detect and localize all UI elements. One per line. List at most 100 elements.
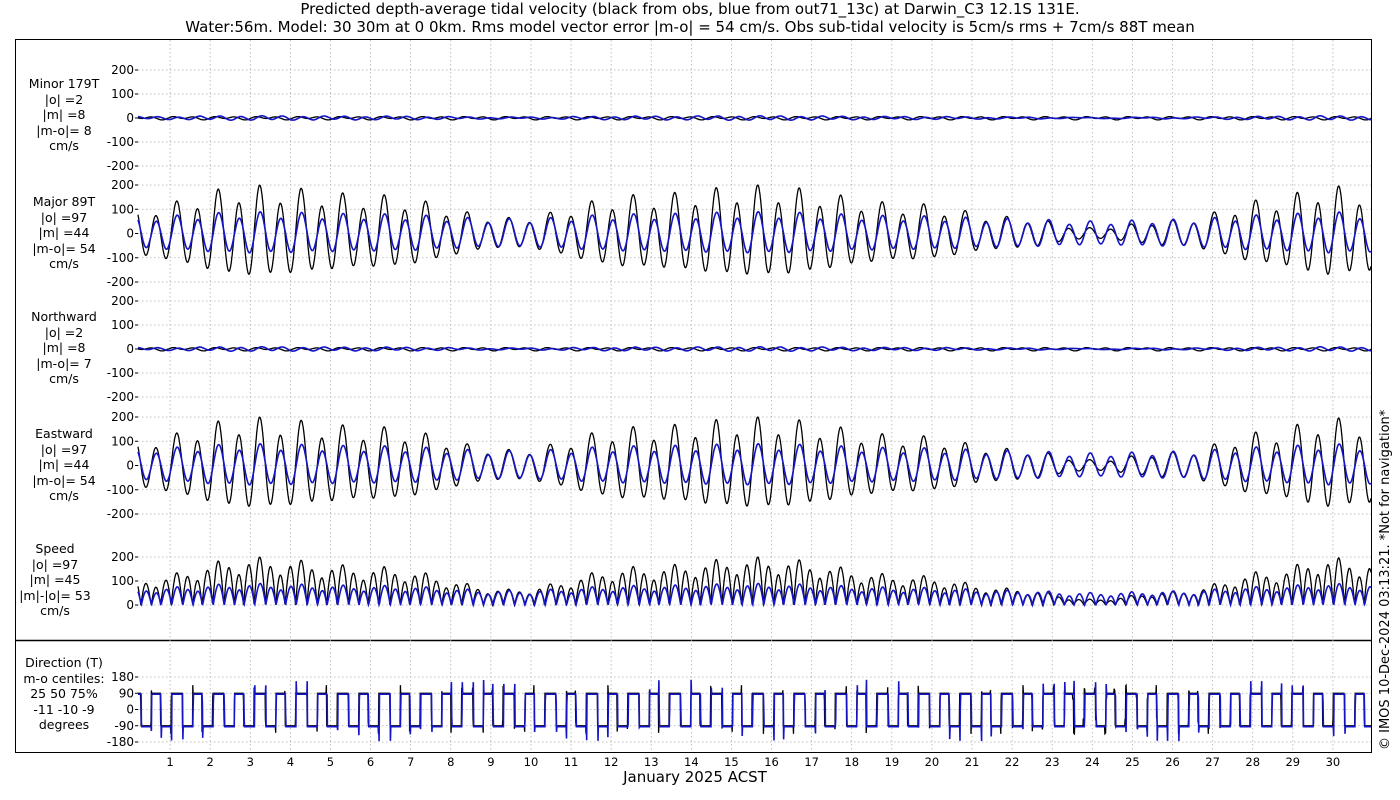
y-tick-label: 0 [126,703,134,717]
panel-label-line: Direction (T) [25,655,103,670]
x-tick-label: 5 [327,755,334,769]
y-tick-label: 0 [126,598,134,612]
panel-label-line: |m-o|= 54 [32,472,96,488]
panel-label-line: Speed [35,541,75,556]
x-tick-label: 18 [844,755,859,769]
panel-label-line: degrees [38,717,90,732]
panel-label-line: |o| =2 [44,91,84,107]
series-line-major-model [137,210,1372,254]
panel-label-line: |m| =45 [29,572,81,587]
y-tick-label: -90 [114,719,134,733]
y-tick-label: 100 [111,202,134,216]
y-tick-label: 0 [126,111,134,125]
x-tick-label: 20 [925,755,940,769]
panel-label-line: |m|-|o|= 53 [19,587,91,603]
x-tick-label: 27 [1205,755,1220,769]
grid-layer [138,40,1371,752]
x-tick-label: 3 [247,755,254,769]
panel-label-line: cm/s [49,371,79,386]
series-line-direction-model [138,679,1371,742]
x-tick-label: 25 [1125,755,1140,769]
panel-label-line: Minor 179T [28,76,100,91]
panel-label-line: |m-o|= 8 [36,122,92,138]
y-tick-label: -180 [107,735,134,749]
panel-label-line: cm/s [49,488,79,503]
panel-label-line: |o| =2 [44,324,84,340]
y-tick-label: 180 [111,670,134,684]
panel-label-major: Major 89T |o| =97 |m| =44 |m-o|= 54 cm/s [14,194,114,272]
y-tick-label: -200 [107,390,134,404]
x-tick-label: 28 [1245,755,1260,769]
x-tick-label: 24 [1085,755,1100,769]
panel-label-line: |m-o|= 7 [36,355,92,371]
credit-text: © IMOS 10-Dec-2024 03:13:21. *Not for na… [1378,409,1393,750]
x-tick-label: 9 [487,755,494,769]
x-tick-label: 26 [1165,755,1180,769]
x-axis-label: January 2025 ACST [623,768,767,786]
panel-label-line: cm/s [40,603,70,618]
y-tick-label: 200 [111,178,134,192]
panel-label-line: |m| =44 [38,457,90,472]
x-tick-label: 14 [684,755,699,769]
y-tick-label: -200 [107,159,134,173]
tidal-velocity-chart: 1 2 3 4 5 6 7 8 9 10 11 12 13 14 15 16 17 18 19 20 21 22 23 24 2… [15,39,1372,769]
y-tick-label: 200 [111,63,134,77]
y-tick-label: -200 [107,507,134,521]
y-tick-label: 200 [111,550,134,564]
axis-layer: 1 2 3 4 5 6 7 8 9 10 11 12 13 14 15 16 17 18 19 20 21 22 23 24 2… [107,63,1340,769]
x-tick-label: 22 [1005,755,1020,769]
panel-label-direction: Direction (T) m-o centiles: 25 50 75% -1… [14,655,114,733]
panel-label-line: |m| =44 [38,225,90,240]
x-tick-label: 7 [407,755,414,769]
outer-frame [15,39,1372,753]
y-tick-label: 0 [126,227,134,241]
x-tick-label: 17 [804,755,819,769]
x-tick-label: 4 [287,755,294,769]
panel-label-line: cm/s [49,138,79,153]
y-tick-label: 100 [111,87,134,101]
panel-label-eastward: Eastward |o| =97 |m| =44 |m-o|= 54 cm/s [14,426,114,504]
x-tick-label: 12 [604,755,619,769]
x-tick-label: 21 [965,755,980,769]
panel-label-line: |m| =8 [42,340,86,355]
y-tick-label: 200 [111,410,134,424]
y-tick-label: 90 [119,686,134,700]
series-line-speed-model [137,582,1372,608]
panel-label-line: |m-o|= 54 [32,240,96,256]
x-tick-label: 13 [644,755,659,769]
y-tick-label: 100 [111,434,134,448]
panel-label-line: |m| =8 [42,107,86,122]
x-tick-label: 8 [447,755,454,769]
panel-label-line: |o| =97 [40,441,88,457]
series-line-eastward-model [137,442,1372,486]
y-tick-label: -200 [107,275,134,289]
y-tick-label: 200 [111,294,134,308]
x-tick-label: 11 [564,755,579,769]
panel-label-speed: Speed |o| =97 |m| =45 |m|-|o|= 53 cm/s [5,541,105,619]
series-line-major-obs [137,184,1372,275]
series-line-eastward-obs [137,416,1372,507]
x-tick-label: 19 [885,755,900,769]
x-tick-label: 10 [524,755,539,769]
panel-label-minor: Minor 179T |o| =2 |m| =8 |m-o|= 8 cm/s [14,76,114,154]
panel-label-line: 25 50 75% [30,686,98,701]
x-tick-label: 23 [1045,755,1060,769]
x-tick-label: 30 [1326,755,1341,769]
x-tick-label: 1 [166,755,173,769]
y-tick-label: 100 [111,574,134,588]
x-tick-label: 2 [207,755,214,769]
panel-label-line: m-o centiles: [23,670,105,686]
y-tick-label: 0 [126,342,134,356]
panel-label-line: cm/s [49,256,79,271]
x-tick-label: 6 [367,755,374,769]
x-tick-label: 16 [764,755,779,769]
x-tick-label: 15 [724,755,739,769]
panel-label-northward: Northward |o| =2 |m| =8 |m-o|= 7 cm/s [14,309,114,387]
panel-label-line: Northward [31,309,97,324]
panel-label-line: -11 -10 -9 [33,701,95,717]
y-tick-label: 100 [111,318,134,332]
y-tick-label: 0 [126,459,134,473]
panel-label-line: Major 89T [32,194,96,209]
panel-label-line: |o| =97 [40,209,88,225]
x-tick-label: 29 [1285,755,1300,769]
